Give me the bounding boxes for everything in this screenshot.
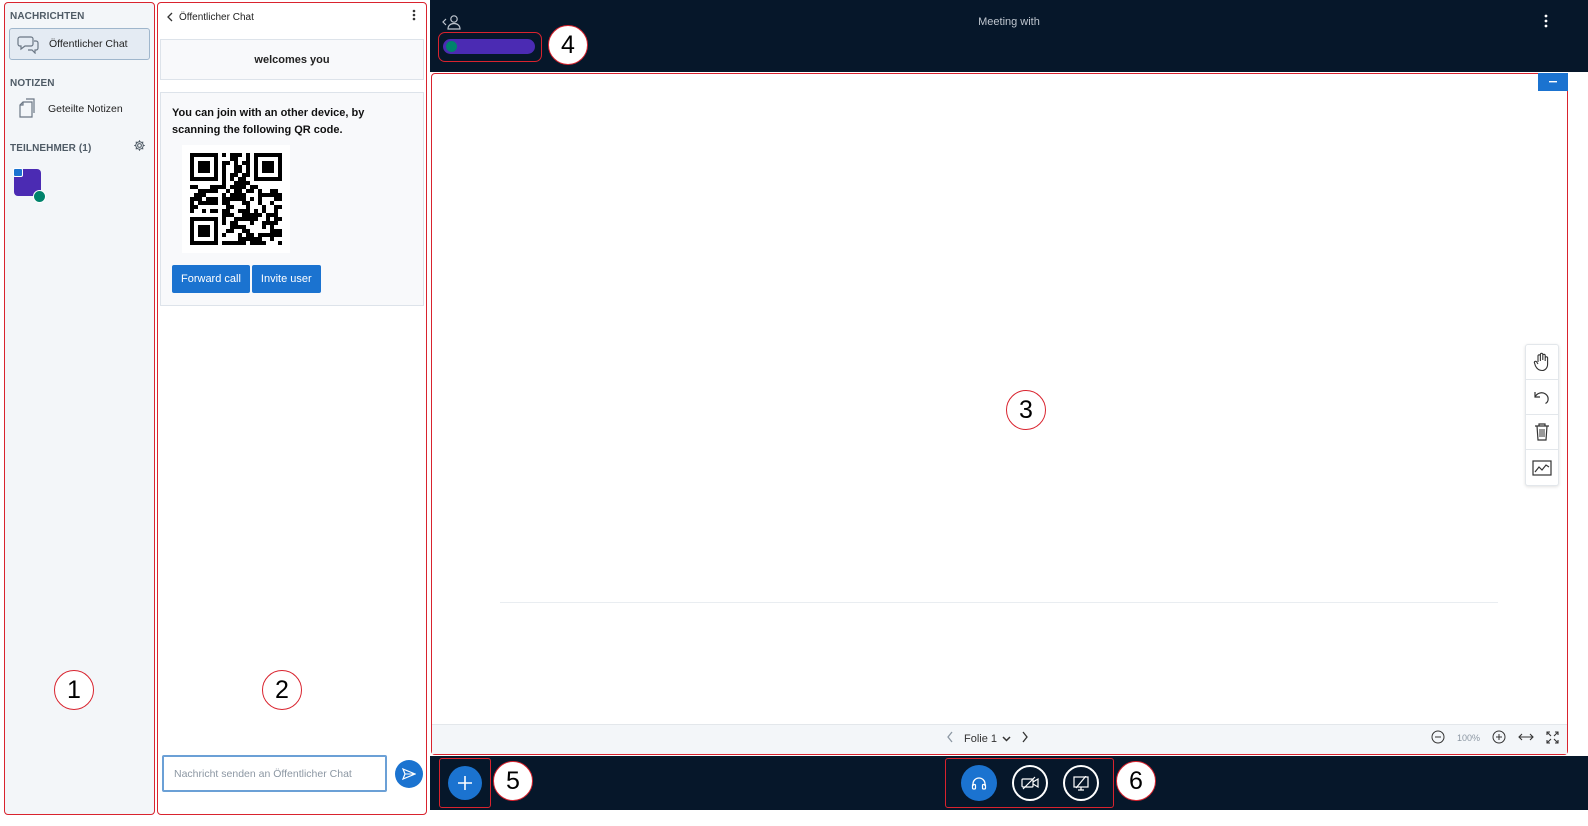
options-dots-icon[interactable]: [1544, 14, 1548, 33]
next-slide-icon[interactable]: [1021, 731, 1029, 746]
presentation-area: Folie 1 100%: [431, 73, 1568, 755]
participant-avatar[interactable]: [13, 168, 46, 203]
zoom-controls: 100%: [1431, 730, 1559, 746]
welcome-message: welcomes you: [160, 39, 424, 80]
forward-call-button[interactable]: Forward call: [172, 265, 250, 293]
chat-input-row: [162, 755, 423, 792]
messages-section-title: NACHRICHTEN: [10, 11, 85, 22]
plus-icon: [458, 776, 472, 790]
actions-menu-box: [439, 758, 491, 808]
screen-share-off-icon: [1072, 775, 1089, 791]
action-bar: [430, 756, 1588, 810]
undo-tool[interactable]: [1526, 380, 1558, 415]
vertical-dots-icon[interactable]: [412, 8, 416, 26]
participants-section-title: TEILNEHMER (1): [10, 142, 92, 154]
callout-3: 3: [1006, 390, 1046, 430]
public-chat-item[interactable]: Öffentlicher Chat: [9, 28, 150, 60]
callout-4: 4: [548, 25, 588, 65]
minus-icon: [1549, 81, 1557, 83]
audio-button[interactable]: [960, 765, 997, 801]
fit-width-icon[interactable]: [1518, 732, 1534, 744]
send-button[interactable]: [395, 759, 423, 788]
line-chart-icon: [1532, 459, 1552, 476]
voice-status-badge: [33, 190, 46, 203]
chevron-left-icon: [167, 12, 173, 22]
send-icon: [402, 767, 416, 780]
video-button[interactable]: [1011, 765, 1048, 801]
gear-icon[interactable]: [133, 139, 146, 157]
headphones-icon: [971, 777, 986, 790]
chat-header: Öffentlicher Chat: [158, 3, 426, 31]
slide-divider: [500, 602, 1498, 603]
microphone-icon: [446, 41, 457, 52]
screenshare-button[interactable]: [1062, 765, 1099, 801]
callout-2: 2: [262, 670, 302, 710]
chevron-down-icon: [1002, 735, 1011, 742]
copy-notes-icon: [15, 98, 39, 120]
app-root: NACHRICHTEN Öffentlicher Chat NOTIZEN Ge…: [0, 0, 1588, 826]
qr-code: [182, 145, 290, 253]
chat-title: Öffentlicher Chat: [179, 11, 254, 23]
talking-indicator-box: [438, 32, 542, 62]
slide-select[interactable]: Folie 1: [964, 733, 1011, 745]
fullscreen-icon[interactable]: [1546, 730, 1559, 746]
meeting-title: Meeting with: [978, 16, 1040, 28]
chat-bubbles-icon: [16, 33, 40, 55]
qr-message: You can join with an other device, by sc…: [160, 92, 424, 306]
callout-5: 5: [493, 761, 533, 801]
slide-navigation: Folie 1: [946, 731, 1029, 746]
participants-header: TEILNEHMER (1): [5, 125, 154, 157]
zoom-out-icon[interactable]: [1431, 730, 1445, 746]
hand-tool[interactable]: [1526, 345, 1558, 380]
top-navbar: Meeting with: [430, 0, 1588, 72]
zoom-in-icon[interactable]: [1492, 730, 1506, 746]
qr-actions: Forward call Invite user: [172, 265, 413, 293]
callout-6: 6: [1116, 761, 1156, 801]
presentation-footer: Folie 1 100%: [432, 724, 1567, 754]
talking-indicator[interactable]: [443, 39, 535, 54]
shared-notes-item[interactable]: Geteilte Notizen: [9, 93, 150, 125]
delete-tool[interactable]: [1526, 415, 1558, 450]
actions-plus-button[interactable]: [448, 766, 482, 800]
undo-icon: [1534, 392, 1549, 405]
presenter-badge: [13, 168, 23, 177]
public-chat-label: Öffentlicher Chat: [49, 38, 128, 50]
whiteboard-toolbar: [1525, 344, 1559, 486]
trash-icon: [1535, 423, 1549, 441]
video-off-icon: [1020, 776, 1039, 790]
zoom-level: 100%: [1456, 733, 1480, 743]
chat-back-button[interactable]: Öffentlicher Chat: [166, 12, 254, 23]
minimize-presentation-button[interactable]: [1538, 73, 1568, 91]
hand-icon: [1533, 352, 1549, 372]
shared-notes-label: Geteilte Notizen: [48, 103, 123, 115]
previous-slide-icon[interactable]: [946, 731, 954, 746]
multi-user-tool[interactable]: [1526, 450, 1558, 485]
media-controls-box: [945, 758, 1114, 808]
invite-user-button[interactable]: Invite user: [251, 265, 321, 293]
slide-label: Folie 1: [964, 732, 998, 745]
welcome-text: welcomes you: [254, 53, 330, 66]
chat-message-input[interactable]: [162, 755, 387, 792]
notes-section-title: NOTIZEN: [10, 78, 55, 89]
qr-instructions: You can join with an other device, by sc…: [172, 107, 365, 136]
callout-1: 1: [54, 670, 94, 710]
